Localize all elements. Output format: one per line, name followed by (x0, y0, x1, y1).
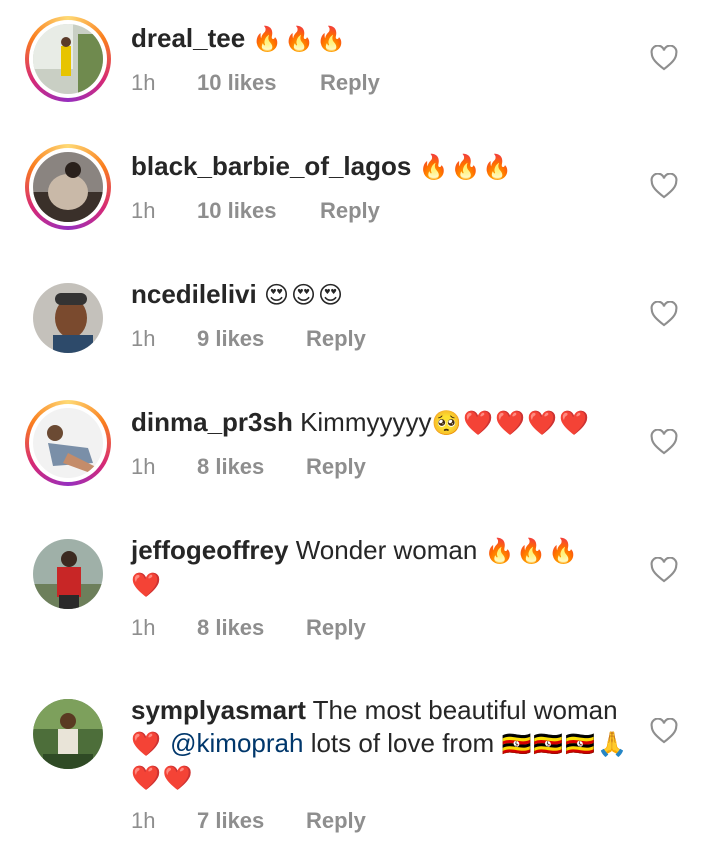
heart-outline-icon[interactable] (650, 718, 678, 744)
reply-button[interactable]: Reply (306, 808, 366, 834)
mention-link[interactable]: @kimoprah (170, 728, 303, 758)
avatar[interactable] (25, 400, 111, 486)
avatar[interactable] (33, 539, 103, 609)
comment-text: Kimmyyyyy (300, 407, 432, 437)
timestamp: 1h (131, 615, 156, 640)
reply-button[interactable]: Reply (320, 70, 380, 96)
reply-button[interactable]: Reply (306, 615, 366, 641)
avatar[interactable] (25, 144, 111, 230)
comment-meta: 1h 7 likes Reply (131, 808, 366, 834)
timestamp: 1h (131, 454, 156, 479)
comment-text-continued: lots of love from (310, 728, 495, 758)
avatar[interactable] (33, 283, 103, 353)
comment-text: 😍😍😍 (263, 282, 346, 309)
heart-outline-icon[interactable] (650, 301, 678, 327)
likes-count[interactable]: 10 likes (197, 198, 320, 224)
avatar[interactable] (25, 16, 111, 102)
heart-outline-icon[interactable] (650, 429, 678, 455)
comment-text: Wonder woman (295, 535, 478, 565)
heart-outline-icon[interactable] (650, 557, 678, 583)
username[interactable]: dreal_tee (131, 23, 245, 53)
comment-text: 🔥🔥🔥 (252, 26, 349, 53)
likes-count[interactable]: 10 likes (197, 70, 320, 96)
heart-outline-icon[interactable] (650, 173, 678, 199)
comment-meta: 1h 10 likes Reply (131, 70, 380, 96)
username[interactable]: dinma_pr3sh (131, 407, 293, 437)
comment-meta: 1h 8 likes Reply (131, 615, 366, 641)
heart-outline-icon[interactable] (650, 45, 678, 71)
comment-emoji: 🥺❤️❤️❤️❤️ (431, 410, 591, 437)
timestamp: 1h (131, 808, 156, 833)
timestamp: 1h (131, 198, 156, 223)
reply-button[interactable]: Reply (320, 198, 380, 224)
comment-text: The most beautiful woman (312, 695, 618, 725)
comment-text: 🔥🔥🔥 (418, 154, 515, 181)
likes-count[interactable]: 8 likes (197, 454, 306, 480)
reply-button[interactable]: Reply (306, 326, 366, 352)
username[interactable]: jeffogeoffrey (131, 535, 288, 565)
likes-count[interactable]: 7 likes (197, 808, 306, 834)
username[interactable]: symplyasmart (131, 695, 306, 725)
username[interactable]: ncedilelivi (131, 279, 257, 309)
comment-emoji-line2: ❤️ (131, 572, 163, 599)
likes-count[interactable]: 9 likes (197, 326, 306, 352)
timestamp: 1h (131, 70, 156, 95)
avatar[interactable] (33, 699, 103, 769)
reply-button[interactable]: Reply (306, 454, 366, 480)
comment-emoji: 🔥🔥🔥 (484, 538, 581, 565)
comment-meta: 1h 10 likes Reply (131, 198, 380, 224)
timestamp: 1h (131, 326, 156, 351)
comment-meta: 1h 8 likes Reply (131, 454, 366, 480)
username[interactable]: black_barbie_of_lagos (131, 151, 411, 181)
likes-count[interactable]: 8 likes (197, 615, 306, 641)
comment-emoji: ❤️ (131, 731, 163, 758)
comment-meta: 1h 9 likes Reply (131, 326, 366, 352)
